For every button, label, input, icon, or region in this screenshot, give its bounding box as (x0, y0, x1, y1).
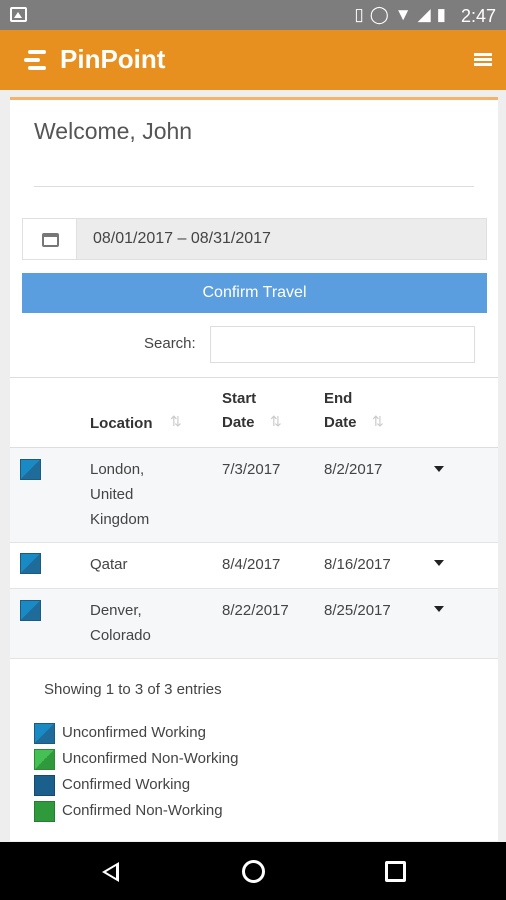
row-start-date: 8/22/2017 (222, 602, 289, 619)
row-location: Denver, Colorado (90, 598, 151, 648)
wifi-icon: ▼ (394, 5, 412, 24)
status-bar: ▯ ◯ ▼ ◢ ▮ 2:47 (0, 0, 506, 30)
row-location: Qatar (90, 552, 128, 577)
row-location-line: Kingdom (90, 511, 150, 528)
sort-icon[interactable]: ⇅ (270, 413, 282, 430)
column-header-location[interactable]: Location (90, 412, 153, 436)
app-title: PinPoint (60, 44, 166, 74)
expand-caret-icon[interactable] (434, 560, 444, 566)
alarm-icon: ◯ (369, 5, 389, 24)
row-location-line: United (90, 486, 134, 503)
unconfirmed-working-flag-icon (20, 553, 41, 574)
pinpoint-logo-icon (22, 49, 48, 71)
row-location-line: London, (90, 461, 145, 478)
vibrate-icon: ▯ (354, 5, 364, 24)
welcome-heading: Welcome, John (34, 118, 193, 144)
recent-apps-icon[interactable] (385, 861, 406, 882)
sort-icon[interactable]: ⇅ (372, 413, 384, 430)
row-end-date: 8/2/2017 (324, 461, 383, 478)
image-notification-icon (10, 7, 27, 22)
column-header-start-line1: Start (222, 390, 257, 407)
column-header-end-line2: Date (324, 414, 357, 431)
back-icon-inner (106, 866, 116, 878)
unconfirmed-non-working-swatch-icon (34, 749, 55, 770)
status-time: 2:47 (460, 6, 496, 26)
confirmed-non-working-swatch-icon (34, 801, 55, 822)
confirmed-working-swatch-icon (34, 775, 55, 796)
search-input[interactable] (210, 326, 475, 363)
unconfirmed-working-flag-icon (20, 600, 41, 621)
calendar-button[interactable] (22, 218, 77, 260)
row-location-line: Colorado (90, 627, 151, 644)
divider (34, 186, 474, 187)
search-label: Search: (144, 335, 196, 352)
expand-caret-icon[interactable] (434, 466, 444, 472)
row-start-date: 7/3/2017 (222, 461, 281, 478)
legend-label: Unconfirmed Working (62, 724, 206, 741)
unconfirmed-working-flag-icon (20, 459, 41, 480)
legend-label: Unconfirmed Non-Working (62, 750, 239, 767)
confirm-travel-button[interactable]: Confirm Travel (22, 273, 487, 313)
menu-icon[interactable] (474, 53, 492, 67)
expand-caret-icon[interactable] (434, 606, 444, 612)
status-icons: ▯ ◯ ▼ ◢ ▮ (354, 6, 446, 24)
sort-icon[interactable]: ⇅ (170, 413, 182, 430)
legend-label: Confirmed Non-Working (62, 802, 223, 819)
calendar-icon (42, 233, 59, 247)
signal-icon: ◢ (417, 5, 431, 24)
home-icon[interactable] (242, 860, 265, 883)
battery-icon: ▮ (436, 5, 446, 24)
column-header-end-date[interactable]: End Date (324, 387, 357, 435)
date-range-value: 08/01/2017 – 08/31/2017 (93, 230, 271, 247)
row-location: London, United Kingdom (90, 457, 149, 532)
row-location-line: Qatar (90, 556, 128, 573)
row-location-line: Denver, (90, 602, 142, 619)
unconfirmed-working-swatch-icon (34, 723, 55, 744)
entries-info: Showing 1 to 3 of 3 entries (44, 681, 222, 698)
column-header-start-line2: Date (222, 414, 255, 431)
row-end-date: 8/16/2017 (324, 556, 391, 573)
row-start-date: 8/4/2017 (222, 556, 281, 573)
column-header-start-date[interactable]: Start Date (222, 387, 256, 435)
legend-label: Confirmed Working (62, 776, 191, 793)
row-end-date: 8/25/2017 (324, 602, 391, 619)
column-header-end-line1: End (324, 390, 353, 407)
